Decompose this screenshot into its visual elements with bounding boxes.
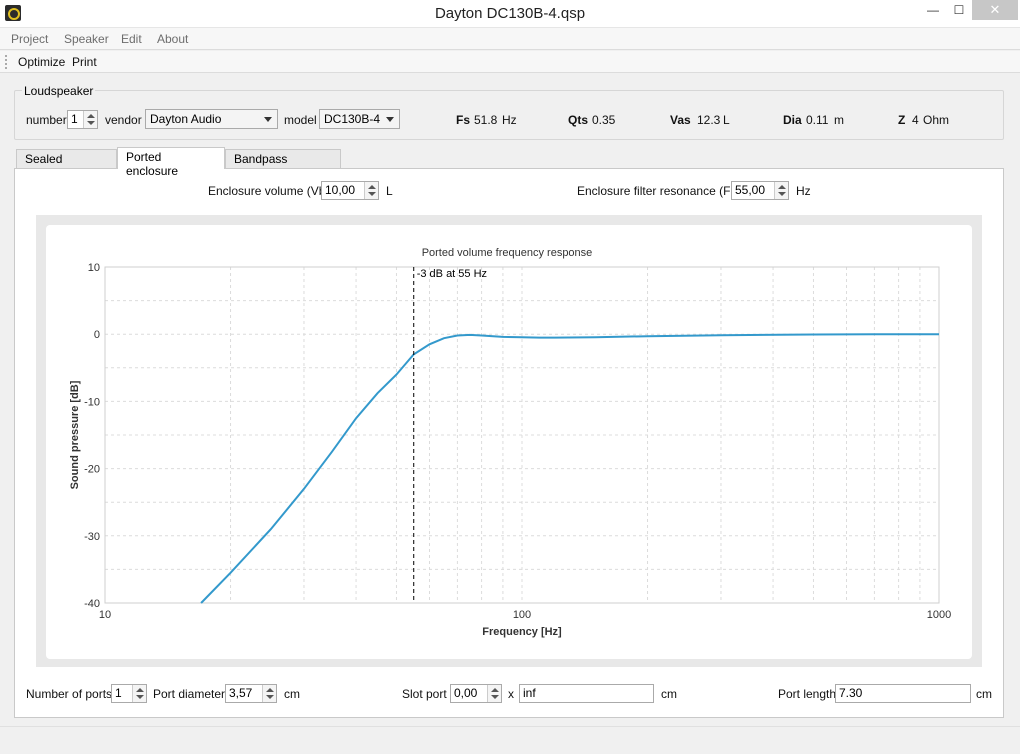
y-tick-label: -40 [84, 598, 100, 610]
slot-port-spinbox[interactable]: 0,00 [450, 684, 502, 703]
y-axis-label: Sound pressure [dB] [69, 380, 81, 489]
x-tick-label: 100 [513, 609, 531, 621]
chart-ticks: 100-10-20-30-4010 100 1000 [84, 262, 951, 621]
ports-count-spinbox[interactable]: 1 [111, 684, 147, 703]
port-length-unit: cm [976, 687, 992, 701]
port-diameter-unit: cm [284, 687, 300, 701]
slot-port-label: Slot port [402, 687, 447, 701]
port-diameter-value: 3,57 [229, 686, 253, 700]
ports-count-value: 1 [115, 686, 122, 700]
chart-grid [104, 266, 940, 604]
y-tick-label: -10 [84, 396, 100, 408]
port-length-field[interactable]: 7.30 [835, 684, 971, 703]
tab-ported-enclosure[interactable]: Ported enclosure [117, 147, 225, 178]
chart-title: Ported volume frequency response [422, 247, 593, 259]
spin-arrows-icon[interactable] [487, 685, 501, 702]
x-axis-label: Frequency [Hz] [482, 626, 562, 638]
x-tick-label: 10 [99, 609, 111, 621]
frequency-response-chart: 100-10-20-30-4010 100 1000 -3 dB at 55 Hz … [69, 247, 951, 638]
port-diameter-spinbox[interactable]: 3,57 [225, 684, 277, 703]
ports-count-label: Number of ports [26, 687, 113, 701]
y-tick-label: -20 [84, 464, 100, 476]
spin-arrows-icon[interactable] [132, 685, 146, 702]
slot-x-label: x [508, 687, 514, 701]
port-length-label: Port length [778, 687, 837, 701]
port-diameter-label: Port diameter [153, 687, 226, 701]
x-tick-label: 1000 [927, 609, 951, 621]
status-bar [0, 726, 1020, 754]
minus-3db-label: -3 dB at 55 Hz [417, 268, 487, 280]
slot-unit: cm [661, 687, 677, 701]
slot-height-field[interactable]: inf [519, 684, 654, 703]
spin-arrows-icon[interactable] [262, 685, 276, 702]
y-tick-label: 0 [94, 329, 100, 341]
y-tick-label: -30 [84, 531, 100, 543]
slot-port-value: 0,00 [454, 686, 478, 700]
y-tick-label: 10 [88, 262, 100, 274]
